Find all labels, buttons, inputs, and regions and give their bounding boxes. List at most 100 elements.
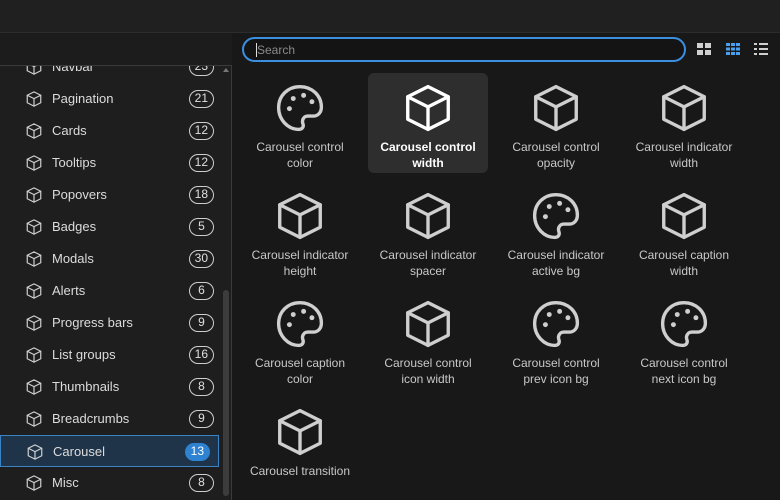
sidebar-item-label: Pagination bbox=[52, 91, 114, 106]
tile-label-line1: Carousel indicator bbox=[635, 140, 733, 154]
icon-tile[interactable]: Carousel caption color bbox=[240, 289, 360, 389]
count-badge: 13 bbox=[184, 443, 210, 461]
sidebar-item-progress-bars[interactable]: Progress bars 9 bbox=[0, 307, 222, 339]
count-badge: 23 bbox=[188, 66, 214, 76]
sidebar-item-label: Carousel bbox=[53, 444, 106, 459]
category-sidebar: Navbar 23 Pagination 21 Cards 12 Tooltips 12 Pop… bbox=[0, 66, 232, 500]
icon-browser: Carousel control color Carousel control wid… bbox=[232, 33, 780, 500]
cube-icon bbox=[25, 282, 43, 300]
sidebar-item-label: List groups bbox=[52, 347, 116, 362]
sidebar-item-navbar[interactable]: Navbar 23 bbox=[0, 66, 222, 83]
small-grid-icon[interactable] bbox=[725, 41, 741, 57]
sidebar-item-pagination[interactable]: Pagination 21 bbox=[0, 83, 222, 115]
sidebar-item-thumbnails[interactable]: Thumbnails 8 bbox=[0, 371, 222, 403]
icon-tile[interactable]: Carousel control prev icon bg bbox=[496, 289, 616, 389]
tile-label-line1: Carousel control bbox=[256, 140, 344, 154]
sidebar-item-label: Breadcrumbs bbox=[52, 411, 130, 426]
tile-label: Carousel indicator active bg bbox=[496, 247, 616, 279]
large-grid-icon[interactable] bbox=[696, 41, 712, 57]
count-badge: 8 bbox=[189, 378, 214, 396]
text-caret bbox=[256, 43, 257, 57]
count-badge: 30 bbox=[188, 250, 214, 268]
count-badge: 12 bbox=[188, 122, 214, 140]
cube-icon bbox=[657, 189, 711, 243]
palette-icon bbox=[657, 297, 711, 351]
list-view-icon[interactable] bbox=[753, 41, 769, 57]
cube-icon bbox=[26, 443, 44, 461]
count-badge: 21 bbox=[188, 90, 214, 108]
tile-label-line1: Carousel caption bbox=[638, 248, 730, 262]
cube-icon bbox=[25, 154, 43, 172]
icon-tile[interactable]: Carousel control width bbox=[368, 73, 488, 173]
tile-label-line2: active bg bbox=[531, 264, 581, 278]
sidebar-item-breadcrumbs[interactable]: Breadcrumbs 9 bbox=[0, 403, 222, 435]
search-box[interactable] bbox=[242, 37, 686, 62]
sidebar-item-badges[interactable]: Badges 5 bbox=[0, 211, 222, 243]
count-badge: 5 bbox=[189, 218, 214, 236]
tile-label-line2: width bbox=[669, 156, 698, 170]
cube-icon bbox=[25, 314, 43, 332]
tile-label-line2: width bbox=[412, 156, 444, 170]
sidebar-item-popovers[interactable]: Popovers 18 bbox=[0, 179, 222, 211]
tile-label-line2: width bbox=[669, 264, 698, 278]
count-badge: 9 bbox=[189, 410, 214, 428]
sidebar-item-label: Tooltips bbox=[52, 155, 97, 170]
cube-icon bbox=[25, 66, 43, 76]
icon-tile[interactable]: Carousel control opacity bbox=[496, 73, 616, 173]
sidebar-item-label: Badges bbox=[52, 219, 97, 234]
sidebar-header bbox=[0, 33, 232, 66]
cube-icon bbox=[401, 297, 455, 351]
icon-tile[interactable]: Carousel indicator spacer bbox=[368, 181, 488, 281]
sidebar-item-modals[interactable]: Modals 30 bbox=[0, 243, 222, 275]
sidebar-item-list-groups[interactable]: List groups 16 bbox=[0, 339, 222, 371]
tile-label-line2: spacer bbox=[409, 264, 447, 278]
tile-label: Carousel caption width bbox=[624, 247, 744, 279]
tile-label-line1: Carousel control bbox=[380, 140, 476, 154]
tile-label: Carousel control opacity bbox=[496, 139, 616, 171]
tile-label: Carousel indicator height bbox=[240, 247, 360, 279]
sidebar-item-label: Popovers bbox=[52, 187, 107, 202]
sidebar-item-tooltips[interactable]: Tooltips 12 bbox=[0, 147, 222, 179]
sidebar-scrollbar[interactable] bbox=[222, 66, 230, 500]
tile-label: Carousel transition bbox=[240, 463, 360, 479]
sidebar-item-carousel[interactable]: Carousel 13 bbox=[0, 435, 219, 467]
sidebar-item-alerts[interactable]: Alerts 6 bbox=[0, 275, 222, 307]
tile-label-line2: height bbox=[283, 264, 317, 278]
icon-tile[interactable]: Carousel indicator width bbox=[624, 73, 744, 173]
tile-label-line2: prev icon bg bbox=[523, 372, 589, 386]
palette-icon bbox=[529, 189, 583, 243]
icon-tile[interactable]: Carousel caption width bbox=[624, 181, 744, 281]
tile-label-line1: Carousel control bbox=[640, 356, 728, 370]
sidebar-item-label: Cards bbox=[52, 123, 87, 138]
sidebar-item-cards[interactable]: Cards 12 bbox=[0, 115, 222, 147]
scroll-up-arrow-icon[interactable] bbox=[223, 68, 229, 72]
sidebar-item-label: Misc bbox=[52, 475, 79, 490]
icon-tile[interactable]: Carousel control color bbox=[240, 73, 360, 173]
count-badge: 18 bbox=[188, 186, 214, 204]
tile-label-line1: Carousel transition bbox=[249, 464, 351, 478]
icon-tile[interactable]: Carousel control next icon bg bbox=[624, 289, 744, 389]
scroll-thumb[interactable] bbox=[223, 290, 229, 496]
tile-label: Carousel control icon width bbox=[368, 355, 488, 387]
tile-label-line1: Carousel indicator bbox=[379, 248, 477, 262]
sidebar-item-label: Progress bars bbox=[52, 315, 133, 330]
cube-icon bbox=[25, 90, 43, 108]
icon-tile[interactable]: Carousel indicator height bbox=[240, 181, 360, 281]
search-input[interactable] bbox=[257, 42, 677, 58]
tile-label-line1: Carousel caption bbox=[254, 356, 346, 370]
tile-label-line2: next icon bg bbox=[651, 372, 717, 386]
tile-label-line2: opacity bbox=[536, 156, 576, 170]
count-badge: 6 bbox=[189, 282, 214, 300]
icon-tile[interactable]: Carousel transition bbox=[240, 397, 360, 497]
sidebar-item-label: Alerts bbox=[52, 283, 86, 298]
icon-tile[interactable]: Carousel control icon width bbox=[368, 289, 488, 389]
count-badge: 8 bbox=[189, 474, 214, 492]
sidebar-item-misc[interactable]: Misc 8 bbox=[0, 467, 222, 499]
tile-label: Carousel control next icon bg bbox=[624, 355, 744, 387]
cube-icon bbox=[25, 410, 43, 428]
tile-label-line1: Carousel control bbox=[512, 356, 600, 370]
cube-icon bbox=[401, 189, 455, 243]
icon-tile[interactable]: Carousel indicator active bg bbox=[496, 181, 616, 281]
cube-icon bbox=[25, 218, 43, 236]
tile-label: Carousel control color bbox=[240, 139, 360, 171]
